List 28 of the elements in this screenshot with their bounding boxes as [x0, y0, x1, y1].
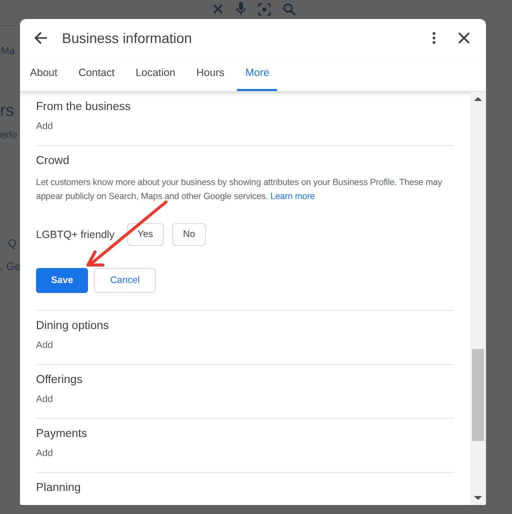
microphone-icon[interactable] [236, 2, 246, 16]
learn-more-link[interactable]: Learn more [270, 191, 315, 201]
section-title: Dining options [36, 320, 110, 332]
tab[interactable]: Location [128, 57, 184, 91]
scrollbar-thumb[interactable] [472, 348, 484, 441]
section-description: Let customers know more about your business by showing attributes on your Business Profile. These may appear publicly on Search, Maps and other Google services. Learn more [36, 176, 444, 203]
add-link[interactable]: Add [36, 121, 454, 132]
option-button[interactable]: No [172, 223, 206, 246]
add-link[interactable]: Add [36, 394, 454, 405]
dialog-title: Business information [62, 30, 193, 46]
option-button[interactable]: Yes [126, 223, 164, 246]
section-title: Offerings [36, 374, 84, 386]
camera-lens-icon[interactable] [258, 2, 271, 16]
tab[interactable]: Hours [188, 57, 232, 91]
attribute-label: LGBTQ+ friendly [36, 228, 114, 240]
section-title: Planning [36, 482, 82, 494]
save-button[interactable]: Save [36, 268, 88, 293]
section-title: Crowd [36, 155, 70, 167]
tab[interactable]: About [22, 57, 66, 91]
cancel-button[interactable]: Cancel [94, 268, 156, 293]
scrollbar[interactable] [470, 92, 486, 505]
tab[interactable]: More [237, 57, 278, 91]
search-icon[interactable] [283, 2, 296, 16]
section-title: From the business [36, 101, 132, 113]
tab[interactable]: Contact [70, 57, 123, 91]
add-link[interactable]: Add [36, 340, 454, 351]
add-link[interactable]: Add [36, 448, 454, 459]
section-title: Payments [36, 428, 88, 440]
